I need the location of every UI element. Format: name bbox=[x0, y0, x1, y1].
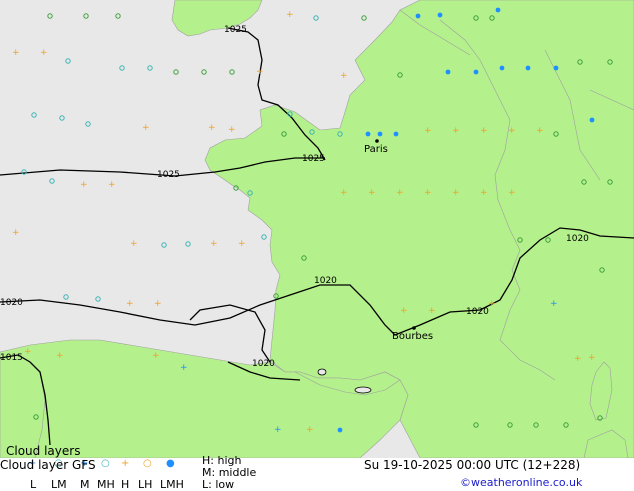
legend-label-lm: LM bbox=[51, 478, 67, 491]
legend-symbol-low-high: ○ bbox=[143, 458, 152, 469]
svg-text:+: + bbox=[208, 123, 216, 133]
svg-text:+: + bbox=[536, 126, 544, 136]
land-masses bbox=[0, 0, 634, 458]
svg-text:+: + bbox=[286, 10, 294, 20]
svg-text:+: + bbox=[424, 126, 432, 136]
isobar-label: 1020 bbox=[252, 359, 275, 369]
svg-text:+: + bbox=[12, 228, 20, 238]
legend-symbol-low-middle-high: ● bbox=[166, 458, 175, 469]
svg-text:+: + bbox=[480, 188, 488, 198]
svg-text:+: + bbox=[130, 239, 138, 249]
svg-text:+: + bbox=[40, 48, 48, 58]
legend-label-mh: MH bbox=[97, 478, 115, 491]
svg-text:+: + bbox=[368, 188, 376, 198]
svg-text:+: + bbox=[508, 188, 516, 198]
svg-text:+: + bbox=[180, 363, 188, 373]
svg-text:+: + bbox=[588, 353, 596, 363]
credit-link[interactable]: ©weatheronline.co.uk bbox=[460, 476, 582, 489]
isobar-label: 1025 bbox=[224, 25, 247, 35]
isobar-label: 1015 bbox=[0, 353, 23, 363]
legend-symbol-middle-high: ○ bbox=[101, 458, 110, 469]
isobar-1020-loop bbox=[189, 304, 271, 363]
isobar-label: 1025 bbox=[157, 170, 180, 180]
svg-text:+: + bbox=[428, 306, 436, 316]
svg-text:+: + bbox=[396, 188, 404, 198]
legend-label-lh: LH bbox=[138, 478, 153, 491]
svg-text:+: + bbox=[228, 125, 236, 135]
svg-text:+: + bbox=[238, 239, 246, 249]
footer-title: Cloud layer GFS bbox=[0, 458, 96, 472]
svg-text:+: + bbox=[256, 67, 264, 77]
city-label-paris: Paris bbox=[364, 144, 388, 155]
isobar-label: 1020 bbox=[314, 276, 337, 286]
isobar-label: 1020 bbox=[466, 307, 489, 317]
svg-text:+: + bbox=[340, 71, 348, 81]
legend-label-l: L bbox=[30, 478, 37, 491]
isobar-label: 1025 bbox=[302, 154, 325, 164]
svg-text:+: + bbox=[274, 425, 282, 435]
map-footer: + ○ + ○ + ○ ● Cloud layer GFS L LM M MH … bbox=[0, 454, 634, 491]
legend-label-h: H bbox=[121, 478, 130, 491]
svg-text:+: + bbox=[452, 188, 460, 198]
svg-text:+: + bbox=[400, 306, 408, 316]
isobar-label: 1020 bbox=[0, 298, 23, 308]
svg-text:+: + bbox=[508, 126, 516, 136]
svg-text:+: + bbox=[12, 48, 20, 58]
legend-symbol-high: + bbox=[121, 458, 130, 469]
map-title-overlay: Cloud layers bbox=[6, 444, 80, 458]
svg-text:+: + bbox=[452, 126, 460, 136]
weather-map: 1025 1025 1025 1020 1020 1020 1020 1020 … bbox=[0, 0, 634, 458]
svg-text:+: + bbox=[488, 299, 496, 309]
forecast-datetime: Su 19-10-2025 00:00 UTC (12+228) bbox=[364, 458, 581, 472]
svg-text:+: + bbox=[56, 351, 64, 361]
svg-text:+: + bbox=[154, 299, 162, 309]
legend-label-lmh: LMH bbox=[160, 478, 184, 491]
svg-text:+: + bbox=[424, 188, 432, 198]
svg-text:+: + bbox=[80, 180, 88, 190]
legend-text-low: L: low bbox=[202, 478, 235, 491]
svg-text:+: + bbox=[152, 351, 160, 361]
svg-text:+: + bbox=[306, 425, 314, 435]
svg-text:+: + bbox=[550, 299, 558, 309]
svg-text:+: + bbox=[340, 188, 348, 198]
legend-label-m: M bbox=[80, 478, 90, 491]
land-britain bbox=[171, 0, 263, 37]
svg-text:+: + bbox=[142, 123, 150, 133]
svg-text:+: + bbox=[210, 239, 218, 249]
svg-text:+: + bbox=[574, 354, 582, 364]
isobar-label: 1020 bbox=[566, 234, 589, 244]
svg-text:+: + bbox=[24, 347, 32, 357]
svg-text:+: + bbox=[108, 180, 116, 190]
svg-text:+: + bbox=[480, 126, 488, 136]
svg-text:+: + bbox=[126, 299, 134, 309]
city-label-bourbes: Bourbes bbox=[392, 331, 433, 342]
